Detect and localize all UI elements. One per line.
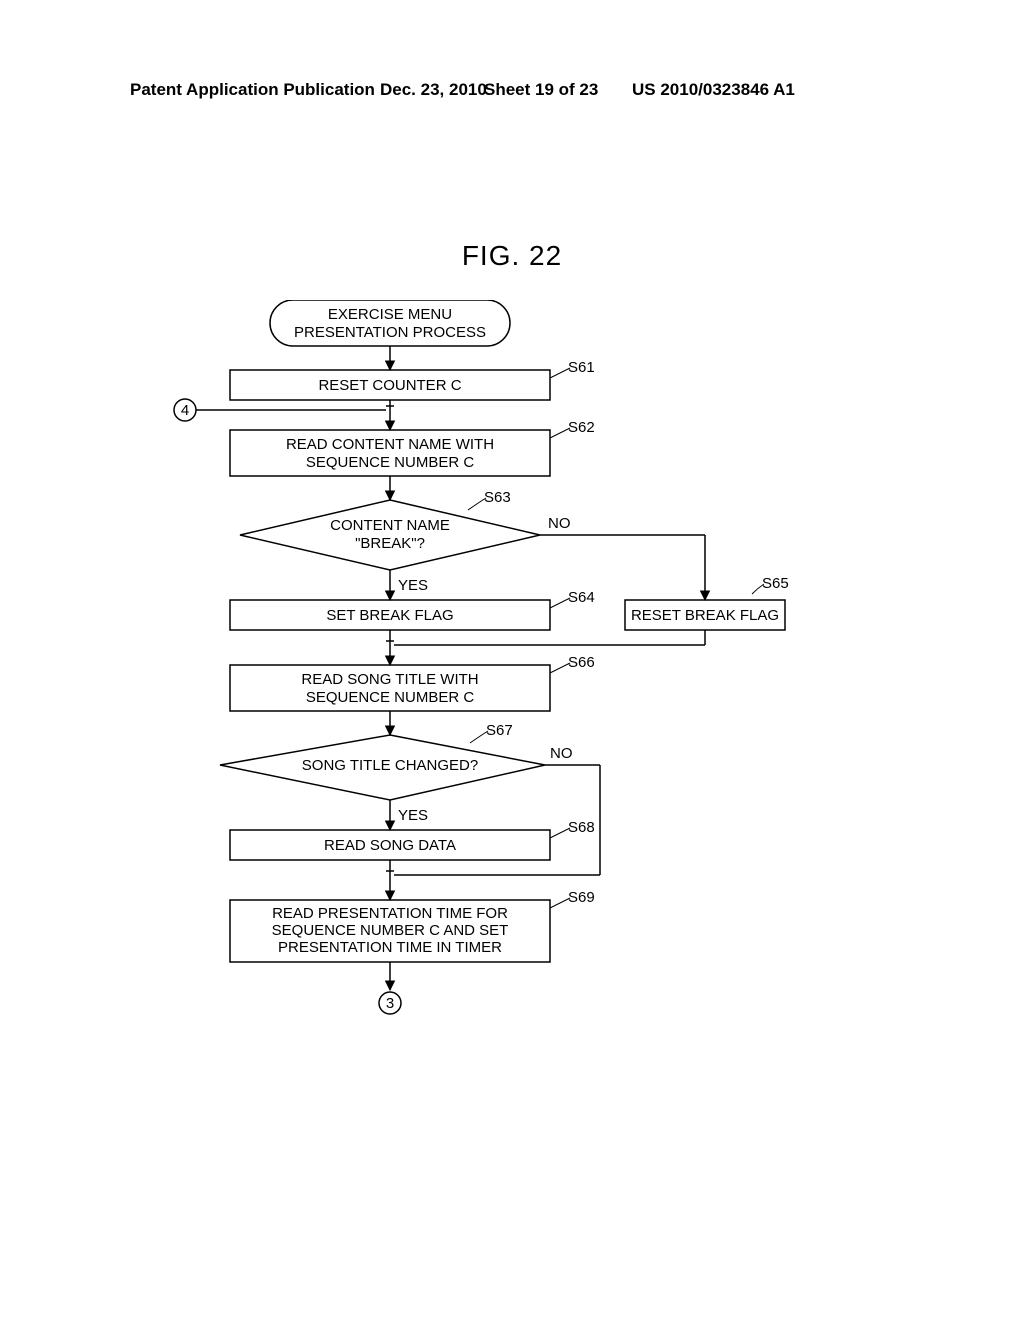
s67-node: SONG TITLE CHANGED?: [220, 735, 545, 800]
s63-node: CONTENT NAME "BREAK"?: [240, 500, 540, 570]
s62-text-2: SEQUENCE NUMBER C: [306, 454, 475, 471]
connector-4: 4: [174, 399, 196, 421]
s64-node: SET BREAK FLAG: [230, 600, 550, 630]
header-date: Dec. 23, 2010: [380, 80, 487, 100]
s69-node: READ PRESENTATION TIME FOR SEQUENCE NUMB…: [230, 900, 550, 962]
start-node: EXERCISE MENU PRESENTATION PROCESS: [270, 300, 510, 346]
connector-4-text: 4: [181, 402, 189, 419]
header-pubno: US 2010/0323846 A1: [632, 80, 795, 100]
s66-node: READ SONG TITLE WITH SEQUENCE NUMBER C: [230, 665, 550, 711]
s69-label: S69: [568, 889, 595, 906]
s67-no: NO: [550, 745, 573, 762]
s62-label: S62: [568, 419, 595, 436]
flowchart: EXERCISE MENU PRESENTATION PROCESS RESET…: [150, 300, 870, 1120]
s69-text-2: SEQUENCE NUMBER C AND SET: [272, 922, 509, 939]
s65-text: RESET BREAK FLAG: [631, 607, 779, 624]
s66-text-2: SEQUENCE NUMBER C: [306, 689, 475, 706]
s63-no: NO: [548, 515, 571, 532]
figure-title: FIG. 22: [0, 240, 1024, 272]
s65-node: RESET BREAK FLAG: [625, 600, 785, 630]
s68-label: S68: [568, 819, 595, 836]
s62-node: READ CONTENT NAME WITH SEQUENCE NUMBER C: [230, 430, 550, 476]
s63-yes: YES: [398, 577, 428, 594]
s67-label: S67: [486, 722, 513, 739]
s64-text: SET BREAK FLAG: [326, 607, 453, 624]
s61-label: S61: [568, 359, 595, 376]
s66-label: S66: [568, 654, 595, 671]
s63-text-1: CONTENT NAME: [330, 517, 450, 534]
s63-label: S63: [484, 489, 511, 506]
header-sheet: Sheet 19 of 23: [484, 80, 598, 100]
s67-yes: YES: [398, 807, 428, 824]
s61-node: RESET COUNTER C: [230, 370, 550, 400]
s64-label: S64: [568, 589, 595, 606]
s67-text: SONG TITLE CHANGED?: [302, 757, 478, 774]
connector-3-text: 3: [386, 995, 394, 1012]
start-text-2: PRESENTATION PROCESS: [294, 324, 486, 341]
s68-node: READ SONG DATA: [230, 830, 550, 860]
s68-text: READ SONG DATA: [324, 837, 456, 854]
connector-3: 3: [379, 992, 401, 1014]
s69-text-1: READ PRESENTATION TIME FOR: [272, 905, 508, 922]
s65-label: S65: [762, 575, 789, 592]
s66-text-1: READ SONG TITLE WITH: [301, 671, 478, 688]
s63-text-2: "BREAK"?: [355, 535, 425, 552]
header-left: Patent Application Publication: [130, 80, 375, 100]
s62-text-1: READ CONTENT NAME WITH: [286, 436, 494, 453]
start-text-1: EXERCISE MENU: [328, 306, 452, 323]
s69-text-3: PRESENTATION TIME IN TIMER: [278, 939, 502, 956]
s61-text: RESET COUNTER C: [318, 377, 461, 394]
